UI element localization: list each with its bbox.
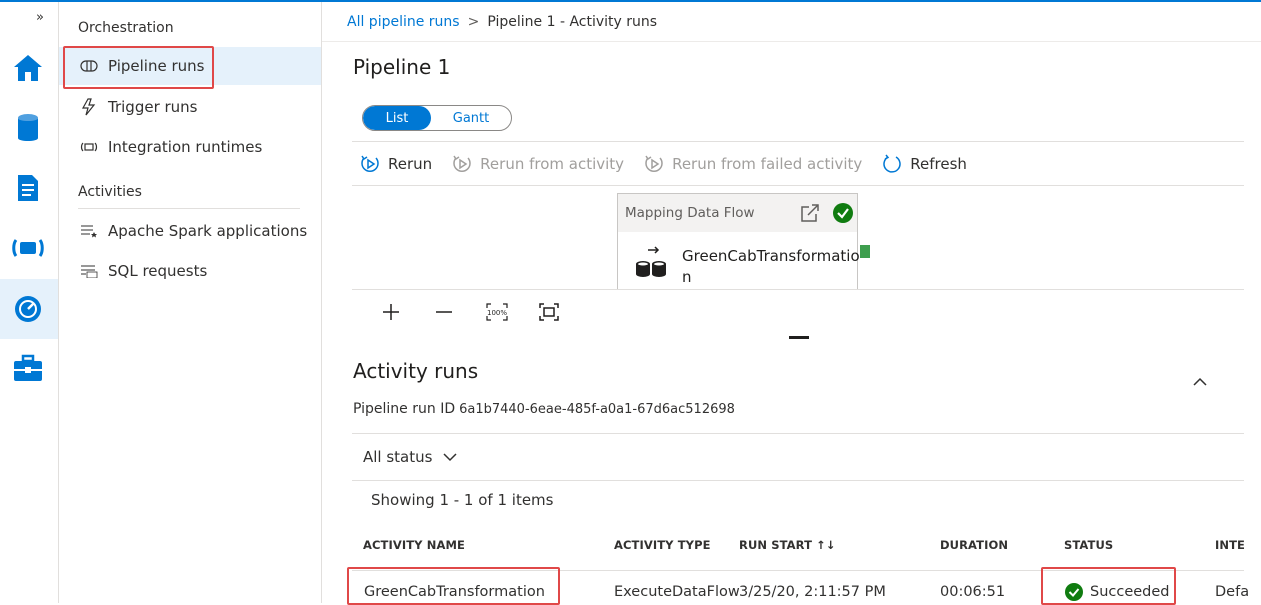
- rerun-from-failed-icon: [645, 155, 663, 173]
- toggle-gantt[interactable]: Gantt: [431, 106, 511, 130]
- rerun-label: Rerun: [388, 155, 433, 173]
- rerun-from-failed-button[interactable]: Rerun from failed activity: [644, 154, 862, 174]
- trigger-icon: [79, 98, 99, 116]
- run-id-label: Pipeline run ID: [353, 401, 456, 417]
- duration-cell: 00:06:51: [940, 584, 1006, 600]
- run-start-cell: 3/25/20, 2:11:57 PM: [739, 584, 886, 600]
- nav-item-label: Apache Spark applications: [108, 222, 308, 240]
- view-toggle: List Gantt: [362, 105, 512, 131]
- zoom-out-icon[interactable]: [429, 300, 459, 324]
- nav-item-sql-requests[interactable]: SQL requests: [59, 252, 321, 290]
- activity-type-cell: ExecuteDataFlow: [614, 584, 740, 600]
- status-filter-label: All status: [363, 448, 433, 466]
- develop-icon[interactable]: [10, 170, 46, 206]
- nav-group-orchestration: Orchestration: [78, 20, 174, 36]
- monitor-icon[interactable]: [10, 291, 46, 327]
- chevron-up-icon[interactable]: [1192, 376, 1208, 388]
- home-icon[interactable]: [10, 50, 46, 86]
- spark-apps-icon: [79, 224, 99, 238]
- manage-icon[interactable]: [10, 350, 46, 386]
- nav-divider: [78, 208, 300, 209]
- nav-item-label: Trigger runs: [108, 98, 198, 116]
- column-header-integration[interactable]: INTE: [1215, 538, 1245, 552]
- integration-runtime-cell: Defa: [1215, 584, 1250, 600]
- breadcrumb-link-all-runs[interactable]: All pipeline runs: [347, 14, 460, 30]
- activity-node-status-port: [860, 245, 870, 258]
- toolbar: Rerun Rerun from activity Rerun from fai…: [360, 152, 987, 176]
- highlight-box-activity-name: [347, 567, 560, 605]
- toolbar-top-divider: [352, 141, 1244, 142]
- column-header-run-start[interactable]: RUN START ↑↓: [739, 538, 836, 552]
- refresh-button[interactable]: Refresh: [882, 154, 967, 174]
- monitor-nav: Orchestration Pipeline runs Trigger runs…: [59, 2, 322, 603]
- expand-rail-icon[interactable]: »: [36, 10, 44, 25]
- resize-handle[interactable]: [789, 336, 809, 339]
- refresh-icon: [883, 154, 901, 173]
- breadcrumb-current: Pipeline 1 - Activity runs: [487, 14, 658, 30]
- pipeline-run-id: Pipeline run ID 6a1b7440-6eae-485f-a0a1-6…: [353, 401, 735, 417]
- main-content: All pipeline runs > Pipeline 1 - Activity …: [322, 2, 1261, 605]
- zoom-100-icon[interactable]: 100%: [482, 300, 512, 324]
- rerun-from-activity-button[interactable]: Rerun from activity: [452, 154, 624, 174]
- data-icon[interactable]: [10, 110, 46, 146]
- activity-node-body: GreenCabTransformation: [634, 246, 862, 288]
- refresh-label: Refresh: [910, 155, 967, 173]
- rerun-from-activity-icon: [453, 155, 471, 173]
- nav-item-integration-runtimes[interactable]: Integration runtimes: [59, 128, 321, 166]
- status-filter-dropdown[interactable]: All status: [363, 448, 458, 466]
- activity-node-type: Mapping Data Flow: [625, 205, 755, 221]
- open-external-icon[interactable]: [799, 202, 821, 224]
- breadcrumb: All pipeline runs > Pipeline 1 - Activity …: [347, 14, 657, 30]
- column-header-status[interactable]: STATUS: [1064, 538, 1113, 552]
- rerun-from-failed-label: Rerun from failed activity: [672, 155, 863, 173]
- run-id-value: 6a1b7440-6eae-485f-a0a1-67d6ac512698: [459, 402, 735, 417]
- success-check-icon: [833, 203, 853, 223]
- rerun-button[interactable]: Rerun: [360, 154, 432, 174]
- data-flow-icon: [636, 246, 666, 277]
- highlight-box-status: [1041, 567, 1176, 605]
- filter-divider: [352, 480, 1244, 481]
- column-header-activity-name[interactable]: ACTIVITY NAME: [363, 538, 465, 552]
- sql-requests-icon: [79, 264, 99, 278]
- column-header-duration[interactable]: DURATION: [940, 538, 1008, 552]
- fit-to-screen-icon[interactable]: [534, 300, 564, 324]
- nav-group-activities: Activities: [78, 184, 142, 200]
- activity-runs-title: Activity runs: [353, 359, 479, 383]
- breadcrumb-divider: [322, 41, 1261, 42]
- nav-item-trigger-runs[interactable]: Trigger runs: [59, 88, 321, 126]
- items-count: Showing 1 - 1 of 1 items: [371, 491, 554, 509]
- integration-runtime-icon: [79, 141, 99, 153]
- nav-item-label: SQL requests: [108, 262, 208, 280]
- highlight-box-pipeline-runs: [63, 46, 214, 89]
- svg-text:100%: 100%: [487, 309, 507, 317]
- chevron-down-icon: [443, 453, 457, 462]
- nav-item-spark-applications[interactable]: Apache Spark applications: [59, 212, 321, 250]
- page-title: Pipeline 1: [353, 55, 451, 79]
- rerun-from-activity-label: Rerun from activity: [480, 155, 625, 173]
- activity-node-name: GreenCabTransformation: [682, 247, 860, 286]
- nav-item-label: Integration runtimes: [108, 138, 263, 156]
- activity-node-header: Mapping Data Flow: [618, 194, 857, 232]
- toggle-list[interactable]: List: [363, 106, 431, 130]
- toolbar-bottom-divider: [352, 185, 1244, 186]
- rerun-icon: [361, 155, 379, 173]
- icon-rail: »: [0, 2, 59, 603]
- zoom-in-icon[interactable]: [376, 300, 406, 324]
- integrate-icon[interactable]: [10, 230, 46, 266]
- column-header-activity-type[interactable]: ACTIVITY TYPE: [614, 538, 711, 552]
- canvas-bottom-divider: [352, 289, 1244, 290]
- runid-divider: [352, 433, 1244, 434]
- breadcrumb-separator: >: [467, 14, 480, 30]
- activity-node[interactable]: Mapping Data Flow GreenCabTransformation: [617, 193, 860, 290]
